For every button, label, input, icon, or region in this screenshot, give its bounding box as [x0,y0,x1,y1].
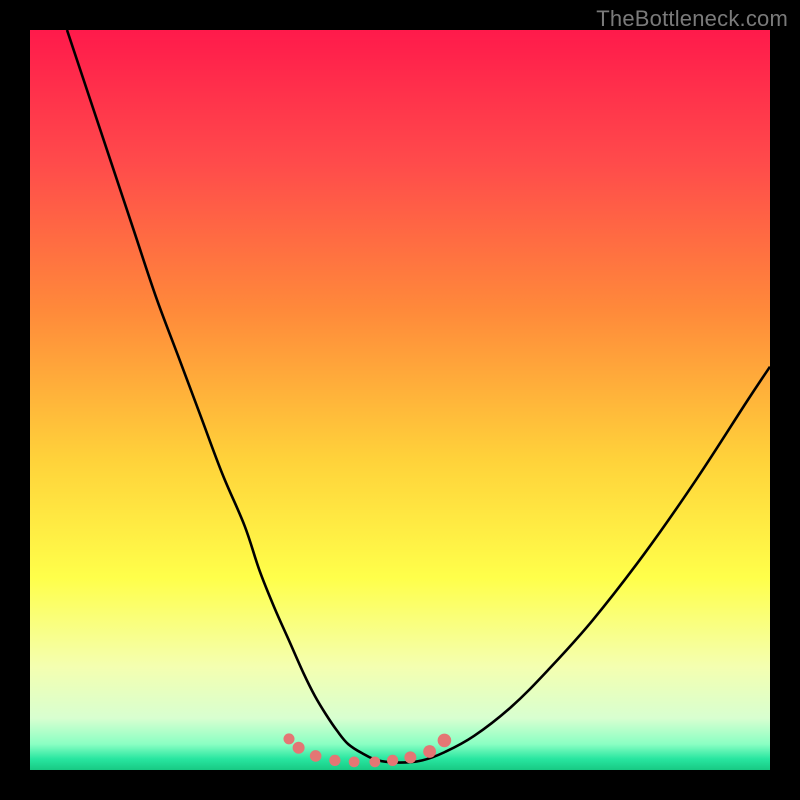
trough-marker [438,734,452,748]
trough-marker [404,751,416,763]
trough-marker [349,756,360,767]
watermark-text: TheBottleneck.com [596,6,788,32]
bottleneck-chart [30,30,770,770]
trough-marker [329,755,340,766]
trough-marker [293,742,305,754]
plot-area [30,30,770,770]
chart-frame: TheBottleneck.com [0,0,800,800]
gradient-background [30,30,770,770]
trough-marker [369,756,380,767]
trough-marker [387,755,398,766]
trough-marker [423,745,436,758]
trough-marker [284,733,295,744]
trough-marker [310,750,322,762]
